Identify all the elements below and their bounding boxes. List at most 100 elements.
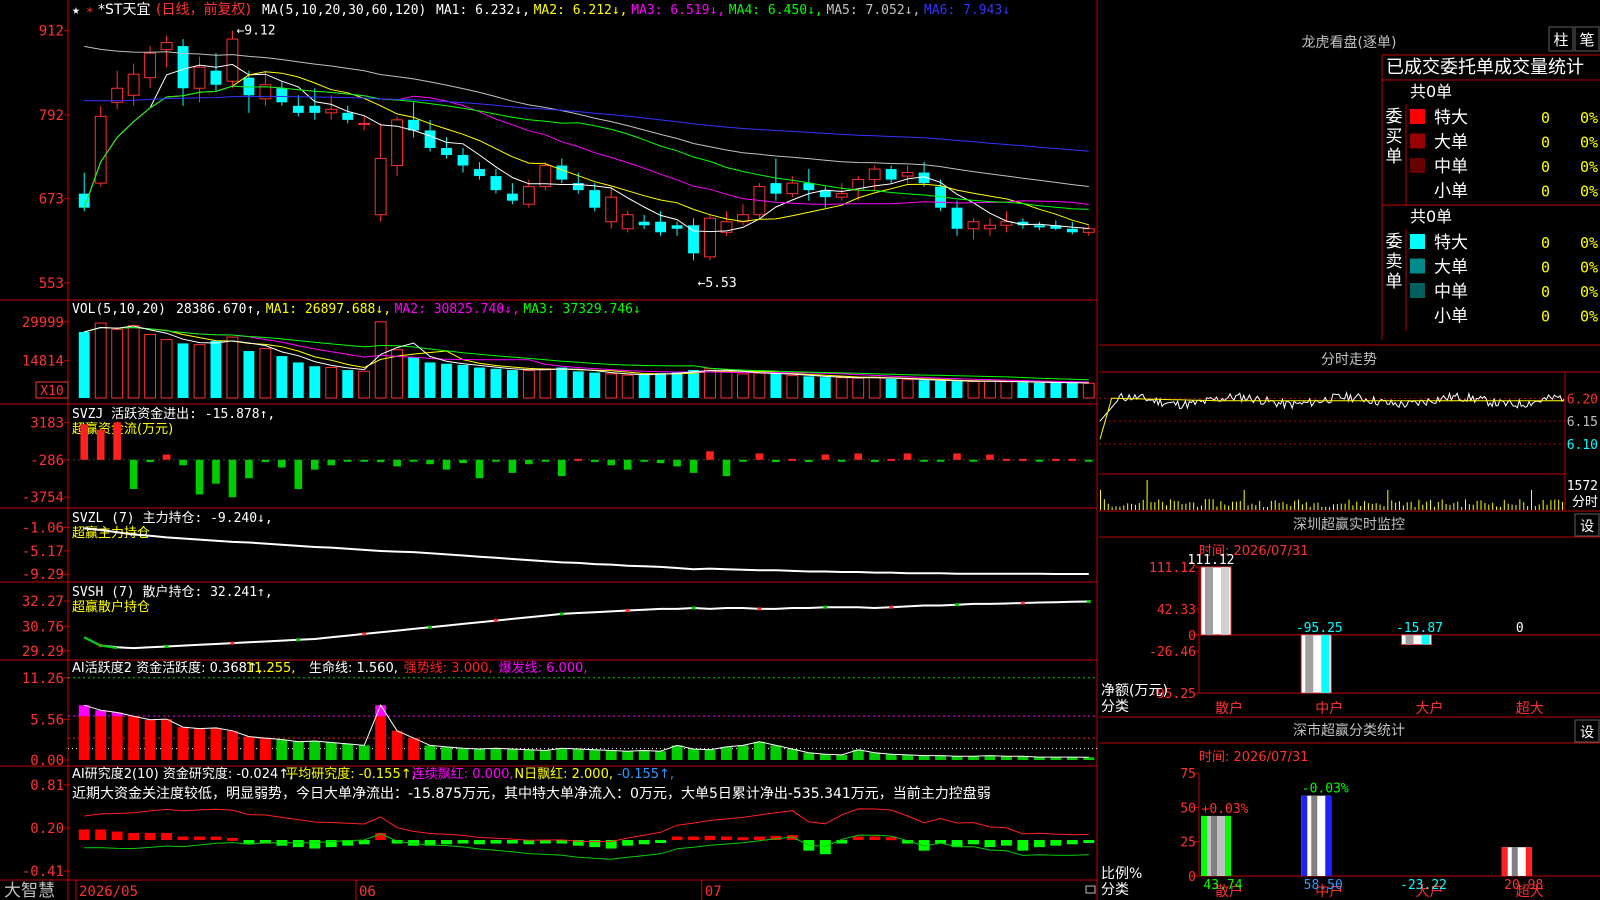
y-tick-label: 29999 <box>22 315 64 331</box>
intraday-vol-bar <box>1309 506 1311 510</box>
active-bar <box>292 741 304 760</box>
intraday-vol-bar <box>1259 500 1261 510</box>
volume-bar-down <box>688 370 699 398</box>
active-header-part-2: 11.255, <box>246 661 296 676</box>
intraday-vol-bar <box>1480 500 1482 510</box>
active-bar <box>688 749 699 760</box>
intraday-vol-bar <box>1464 499 1466 510</box>
intraday-vol-bar <box>1220 501 1222 510</box>
intraday-vol-bar <box>1200 505 1202 510</box>
research-bar <box>292 840 304 848</box>
y-tick-label: 14814 <box>22 353 64 369</box>
candle-down <box>638 221 650 226</box>
volume-bar-up <box>358 370 371 399</box>
intraday-vol-bar <box>1290 505 1292 510</box>
market-terminal: ★ ∗ *ST天宜 (日线，前复权) MA(5,10,20,30,60,120) MA1:… <box>0 0 1600 900</box>
volume-bar-up <box>621 374 634 399</box>
intraday-vol-bar <box>1251 503 1253 510</box>
candle-up <box>160 42 173 51</box>
research-header-part-4: N日飘红: 2.000, <box>514 766 613 782</box>
svzj-bar <box>278 459 286 468</box>
research-bar <box>210 836 222 841</box>
svzj-bar <box>607 459 616 466</box>
active-bar <box>803 752 815 760</box>
sell-row-pct: 0% <box>1580 234 1598 252</box>
active-bar <box>984 755 996 760</box>
candle-up <box>901 172 914 177</box>
svzj-header: SVZJ 活跃资金进出: -15.878↑, <box>72 406 275 422</box>
monitor-bar-shade <box>1321 634 1330 693</box>
candle-up <box>226 38 239 82</box>
monitor-bar-shade <box>1405 634 1414 645</box>
sell-row-count: 0 <box>1541 283 1550 301</box>
sz_monitor-category-3: 超大 <box>1516 701 1544 717</box>
intraday-vol-bar <box>1158 499 1160 510</box>
sz_classify-time: 时间: 2026/07/31 <box>1199 750 1308 765</box>
sell-side-char: 委 <box>1386 232 1403 252</box>
research-bar <box>819 840 831 855</box>
intraday-vol-bar <box>1519 499 1521 510</box>
research-bar <box>78 829 90 841</box>
classify-top-label: -0.03% <box>1302 782 1349 797</box>
sell-row-count: 0 <box>1541 234 1550 252</box>
buy-row-pct: 0% <box>1580 109 1598 127</box>
intraday-vol-bar <box>1301 504 1303 510</box>
research-bar <box>671 836 683 841</box>
active-bar <box>227 730 238 760</box>
candle-up <box>325 108 338 114</box>
svzj-bar <box>475 459 484 479</box>
volume-bar-up <box>111 328 124 399</box>
svsh-dot <box>823 605 828 609</box>
volume-bar-down <box>803 376 815 398</box>
volume-bar-up <box>737 373 749 399</box>
active-bar <box>869 752 881 760</box>
intraday-vol-bar <box>1441 499 1443 510</box>
volume-bar-down <box>819 377 831 398</box>
intraday-vol-bar <box>1414 506 1416 510</box>
research-bar <box>506 840 518 844</box>
research-header-part-5: -0.155↑, <box>617 767 674 782</box>
candle-down <box>210 70 222 85</box>
intraday-vol-bar <box>1503 500 1505 510</box>
active-bar <box>441 746 452 760</box>
research-bar <box>95 829 107 841</box>
research-bar <box>161 832 173 841</box>
volume-bar-down <box>490 368 502 398</box>
monitor-bar-shade <box>1305 634 1314 693</box>
sz_classify-y-tick: 75 <box>1180 767 1196 782</box>
svzj-bar <box>854 453 863 460</box>
intraday-vol-bar <box>1313 503 1315 510</box>
research-bar <box>490 840 502 844</box>
sz_monitor-title: 深圳超赢实时监控 <box>1293 516 1405 533</box>
research-bar <box>852 836 864 841</box>
intraday-vol-bar <box>1496 506 1498 510</box>
intraday-vol-bar <box>1410 501 1412 510</box>
flag-icon: ∗ <box>86 3 94 18</box>
classify-bar-edge <box>1201 815 1207 876</box>
research-bar <box>441 840 452 845</box>
intraday-vol-bar <box>1321 506 1323 510</box>
brand-label: 大智慧 <box>4 881 55 900</box>
intraday-vol-bar <box>1329 506 1331 510</box>
svzj-bar <box>953 453 961 460</box>
left-indicator-panels[interactable]: ★ ∗ *ST天宜 (日线，前复权) MA(5,10,20,30,60,120) MA1:… <box>4 1 1097 900</box>
vol-value-2: MA1: 26897.688↓, <box>266 302 391 317</box>
candle-up <box>967 221 980 230</box>
candle-down <box>309 105 321 113</box>
research-bar <box>194 836 205 841</box>
candle-down <box>803 183 815 191</box>
active-bar <box>210 727 222 760</box>
y-tick-label: 32.27 <box>22 594 64 610</box>
research-red-line <box>84 808 1089 843</box>
buy-row-label: 中单 <box>1434 157 1468 177</box>
research-bar <box>1050 840 1062 846</box>
svzj-bar <box>574 458 583 461</box>
volume-bar-down <box>243 351 255 398</box>
dragon-title: 龙虎看盘(逐单) <box>1302 34 1397 51</box>
intraday-vol-bar <box>1185 503 1187 510</box>
intraday-vol-bar <box>1169 499 1171 510</box>
sz_classify-settings-label: 设 <box>1580 725 1594 741</box>
svsh-caption: 超赢散户持仓 <box>72 599 150 615</box>
research-bar <box>869 836 881 841</box>
lock-icon <box>1085 885 1096 894</box>
